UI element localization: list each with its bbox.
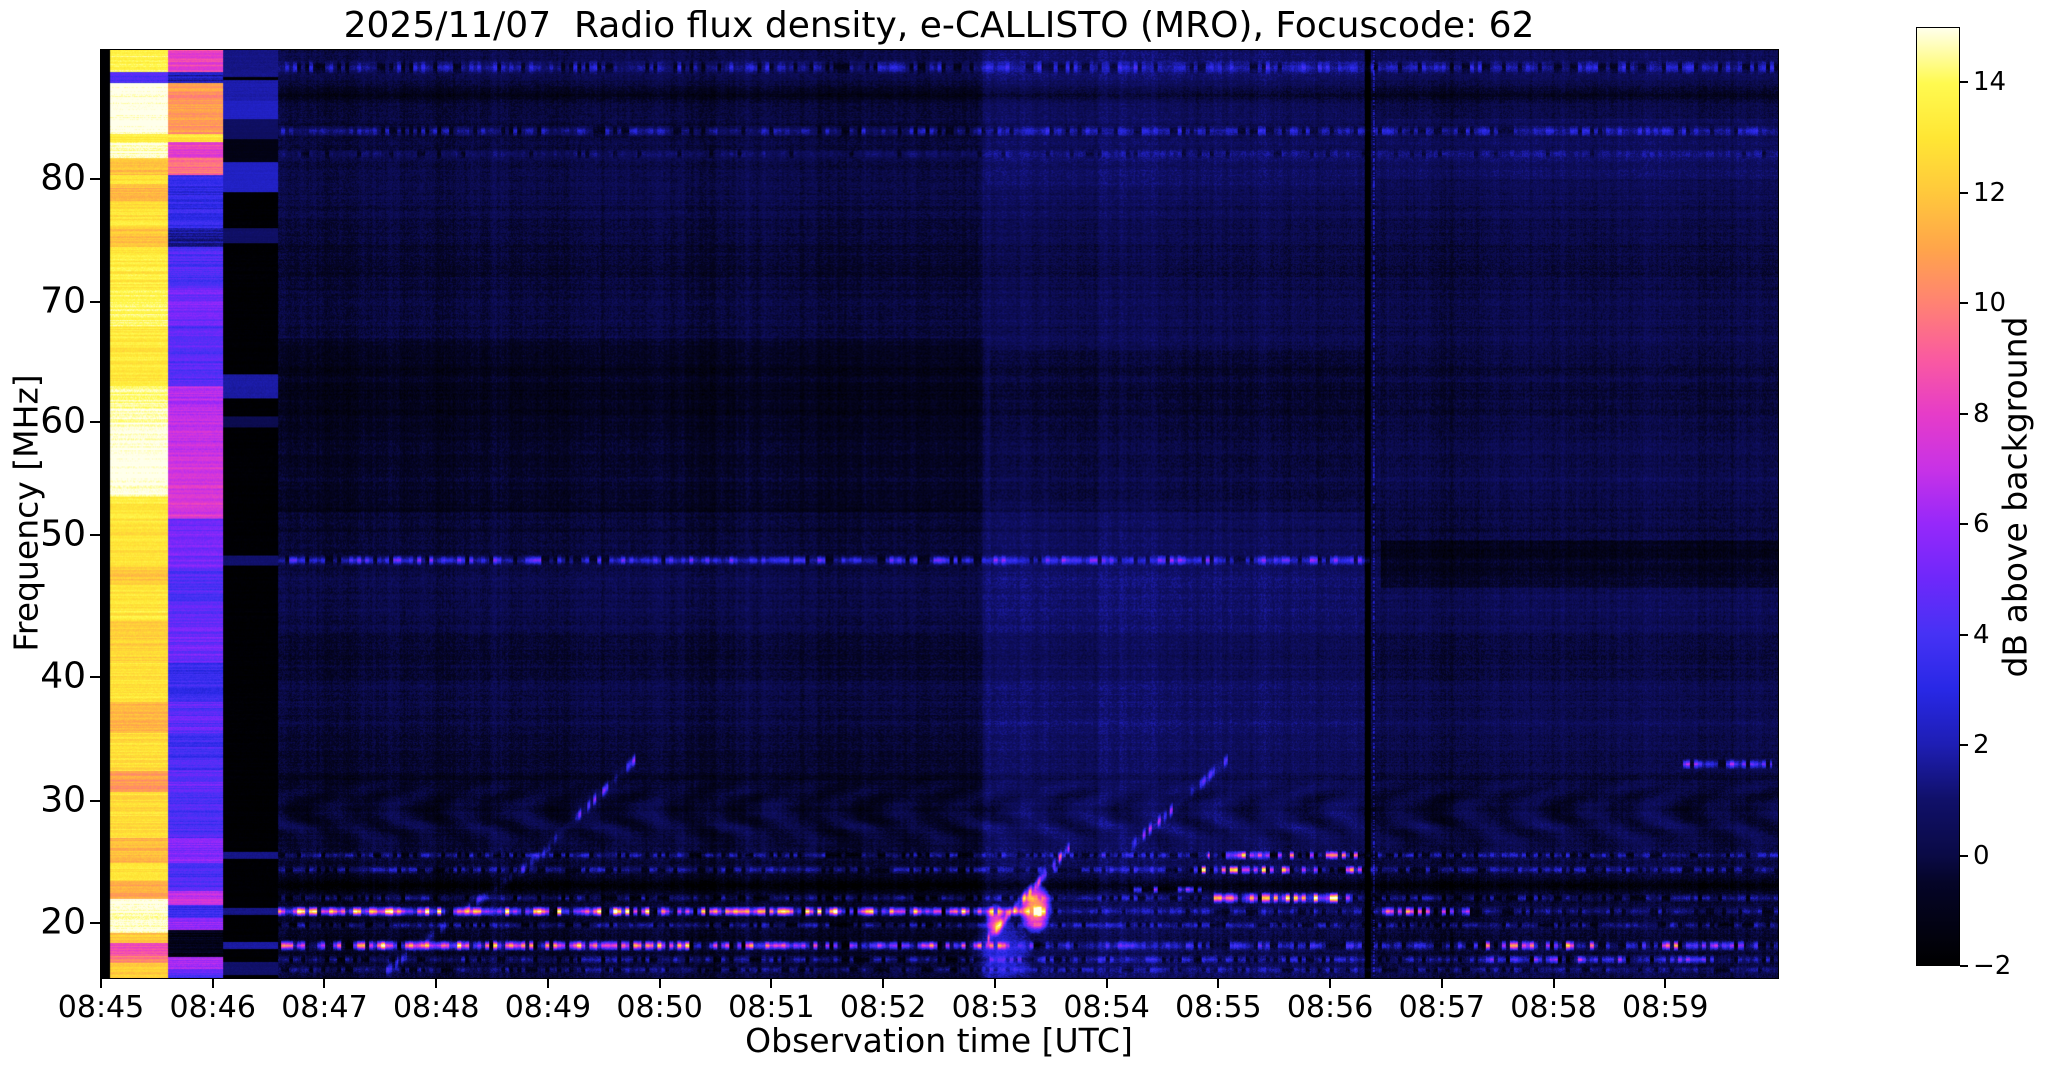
figure: 2025/11/07 Radio flux density, e-CALLIST… [0, 0, 2047, 1067]
colorbar-tick-mark [1960, 854, 1968, 857]
colorbar-tick-label: 2 [1973, 730, 1990, 761]
x-tick-label: 08:53 [951, 990, 1039, 1025]
colorbar-tick-label: 4 [1973, 619, 1990, 650]
x-tick-mark [1440, 979, 1443, 988]
x-tick-mark [100, 979, 102, 988]
x-tick-mark [993, 979, 996, 988]
x-axis-label: Observation time [UTC] [745, 1021, 1133, 1060]
spectrogram-canvas [101, 50, 1778, 978]
y-tick-label: 20 [40, 901, 86, 943]
colorbar-tick-mark [1960, 81, 1968, 84]
colorbar-tick-mark [1960, 523, 1968, 526]
x-tick-mark [882, 979, 885, 988]
x-tick-mark [323, 979, 326, 988]
y-tick-mark [90, 177, 100, 180]
colorbar-tick-mark [1960, 965, 1968, 967]
x-tick-label: 08:46 [169, 990, 256, 1025]
chart-title: 2025/11/07 Radio flux density, e-CALLIST… [343, 5, 1535, 46]
y-tick-mark [90, 301, 100, 304]
x-tick-label: 08:57 [1398, 990, 1486, 1025]
y-tick-label: 50 [40, 513, 86, 555]
y-tick-mark [90, 675, 100, 678]
colorbar-tick-mark [1960, 412, 1968, 415]
x-tick-label: 08:47 [281, 990, 368, 1025]
colorbar-tick-label: 12 [1973, 177, 2007, 208]
x-tick-mark [546, 979, 549, 988]
x-tick-mark [770, 979, 773, 988]
x-tick-label: 08:50 [616, 990, 703, 1025]
colorbar-label: dB above background [1995, 316, 2035, 678]
colorbar-tick-label: 0 [1973, 840, 1990, 871]
x-tick-mark [211, 979, 214, 988]
y-tick-label: 40 [40, 655, 86, 697]
x-tick-label: 08:52 [839, 990, 927, 1025]
y-tick-label: 70 [40, 280, 86, 322]
colorbar [1916, 27, 1960, 966]
colorbar-tick-mark [1960, 744, 1968, 747]
colorbar-tick-label: 6 [1973, 509, 1990, 540]
y-tick-label: 80 [40, 157, 86, 199]
y-tick-label: 30 [40, 779, 86, 821]
x-tick-label: 08:55 [1175, 990, 1262, 1025]
colorbar-tick-label: −2 [1973, 951, 2012, 981]
colorbar-tick-mark [1960, 633, 1968, 636]
x-tick-mark [1552, 979, 1555, 988]
colorbar-tick-label: 14 [1973, 67, 2007, 98]
y-tick-mark [90, 420, 100, 423]
x-tick-label: 08:51 [728, 990, 815, 1025]
y-tick-label: 60 [40, 400, 86, 442]
y-tick-mark [90, 922, 100, 925]
x-tick-mark [435, 979, 438, 988]
x-tick-label: 08:45 [57, 990, 145, 1025]
colorbar-tick-mark [1960, 302, 1968, 305]
y-tick-mark [90, 799, 100, 802]
colorbar-tick-mark [1960, 191, 1968, 194]
x-tick-mark [1329, 979, 1332, 988]
x-tick-mark [658, 979, 661, 988]
x-tick-label: 08:56 [1286, 990, 1374, 1025]
plot-area [100, 49, 1779, 979]
x-tick-label: 08:58 [1510, 990, 1597, 1025]
colorbar-tick-label: 10 [1973, 288, 2007, 319]
x-tick-mark [1664, 979, 1667, 988]
x-tick-mark [1217, 979, 1220, 988]
colorbar-tick-label: 8 [1973, 398, 1990, 429]
x-tick-label: 08:48 [392, 990, 480, 1025]
x-tick-label: 08:59 [1622, 990, 1709, 1025]
x-tick-mark [1105, 979, 1108, 988]
x-tick-label: 08:49 [504, 990, 592, 1025]
y-tick-mark [90, 533, 100, 536]
x-tick-label: 08:54 [1063, 990, 1150, 1025]
